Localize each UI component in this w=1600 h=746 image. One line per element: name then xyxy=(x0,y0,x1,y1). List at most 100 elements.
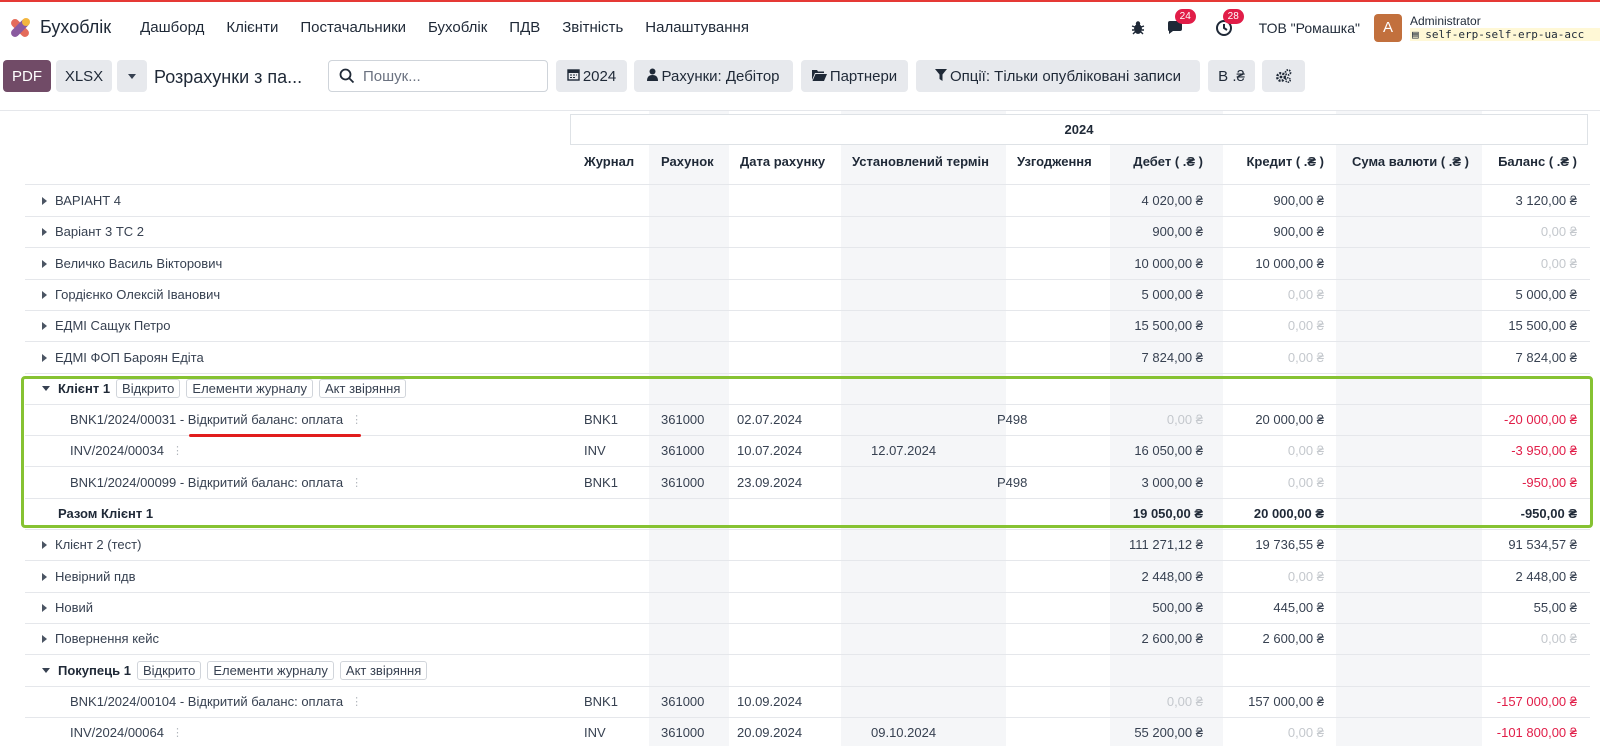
caret-down-icon xyxy=(42,668,50,673)
app-name[interactable]: Бухоблік xyxy=(40,17,111,38)
move-line-row[interactable]: BNK1/2024/00104 - Відкритий баланс: опла… xyxy=(25,686,1590,718)
partner-row[interactable]: Новий 500,00 ₴ 445,00 ₴ 55,00 ₴ xyxy=(25,592,1590,624)
balance-cell: 15 500,00 ₴ xyxy=(1508,318,1577,333)
systray: 24 28 ТОВ "Ромашка" A Administrator ▤ se… xyxy=(1119,2,1600,53)
avatar[interactable]: A xyxy=(1374,13,1402,42)
filter-options-label: Опції: Тільки опубліковані записи xyxy=(949,67,1182,85)
partner-name-cell[interactable]: Клієнт 2 (тест) xyxy=(42,529,141,560)
partner-row[interactable]: Гордієнко Олексій Іванович 5 000,00 ₴ 0,00… xyxy=(25,279,1590,311)
partner-name: ВАРІАНТ 4 xyxy=(55,193,122,208)
partner-name-cell[interactable]: Гордієнко Олексій Іванович xyxy=(42,279,220,310)
balance-cell: 5 000,00 ₴ xyxy=(1515,287,1577,302)
filter-options-button[interactable]: Опції: Тільки опубліковані записи xyxy=(916,60,1200,92)
caret-right-icon xyxy=(42,290,47,299)
partner-name: Гордієнко Олексій Іванович xyxy=(55,287,221,302)
app-logo-icon[interactable] xyxy=(6,14,34,42)
partner-row[interactable]: Невірний пдв 2 448,00 ₴ 0,00 ₴ 2 448,00 ₴ xyxy=(25,561,1590,593)
partner-row[interactable]: Покупець 1 Відкрито Елементи журналу Акт зв… xyxy=(25,655,1590,687)
partner-name-cell[interactable]: ЕДМІ ФОП Бароян Едіта xyxy=(42,342,204,373)
partner-name-cell[interactable]: Варіант 3 ТС 2 xyxy=(42,216,144,247)
move-line-name: BNK1/2024/00104 - Відкритий баланс: опла… xyxy=(70,694,344,709)
debit-cell: 5 000,00 ₴ xyxy=(1141,287,1203,302)
partner-row[interactable]: ВАРІАНТ 4 4 020,00 ₴ 900,00 ₴ 3 120,00 ₴ xyxy=(25,185,1590,217)
highlight-box xyxy=(21,376,1593,528)
gears-icon xyxy=(1275,69,1291,84)
top-navbar: Бухоблік Дашборд Клієнти Постачальники Б… xyxy=(0,0,1600,53)
debit-cell: 10 000,00 ₴ xyxy=(1134,256,1203,271)
partner-name-cell[interactable]: ВАРІАНТ 4 xyxy=(42,185,121,216)
partner-name-cell[interactable]: ЕДМІ Сащук Петро xyxy=(42,310,171,341)
export-dropdown-button[interactable] xyxy=(117,60,147,92)
menu-item-vat[interactable]: ПДВ xyxy=(498,19,551,36)
activities-badge: 28 xyxy=(1222,8,1244,24)
filter-accounts-label: Рахунки: Дебітор xyxy=(661,67,780,85)
partner-row[interactable]: ЕДМІ ФОП Бароян Едіта 7 824,00 ₴ 0,00 ₴ 7 8… xyxy=(25,342,1590,374)
database-name: ▤ self-erp-self-erp-ua-acc xyxy=(1410,28,1600,41)
caret-right-icon xyxy=(42,353,47,362)
filter-date-label: 2024 xyxy=(582,67,617,85)
main-menu: Дашборд Клієнти Постачальники Бухоблік П… xyxy=(129,19,760,36)
partner-row[interactable]: ЕДМІ Сащук Петро 15 500,00 ₴ 0,00 ₴ 15 500,… xyxy=(25,310,1590,342)
menu-item-dashboard[interactable]: Дашборд xyxy=(129,19,215,36)
credit-cell: 2 600,00 ₴ xyxy=(1262,631,1324,646)
caret-right-icon xyxy=(42,634,47,643)
account-cell: 361000 xyxy=(661,725,705,740)
search-icon xyxy=(339,68,355,84)
kebab-menu-icon[interactable]: ⋮ xyxy=(172,726,183,739)
messages-icon[interactable]: 24 xyxy=(1165,8,1196,39)
journal-cell: INV xyxy=(584,725,606,740)
activities-icon[interactable]: 28 xyxy=(1213,8,1244,39)
partner-name: Покупець 1 xyxy=(58,663,131,678)
company-switcher[interactable]: ТОВ "Ромашка" xyxy=(1259,20,1360,36)
partner-name-cell[interactable]: Покупець 1 Відкрито Елементи журналу Акт зв… xyxy=(42,655,428,686)
currency-button[interactable]: В .₴ xyxy=(1208,60,1255,92)
partner-row[interactable]: Клієнт 2 (тест) 111 271,12 ₴ 19 736,55 ₴ 91… xyxy=(25,529,1590,561)
menu-item-reporting[interactable]: Звітність xyxy=(551,19,634,36)
partner-row[interactable]: Повернення кейс 2 600,00 ₴ 2 600,00 ₴ 0,00 … xyxy=(25,623,1590,655)
journal-items-chip[interactable]: Елементи журналу xyxy=(207,661,334,680)
balance-cell: 0,00 ₴ xyxy=(1540,256,1577,271)
menu-item-suppliers[interactable]: Постачальники xyxy=(289,19,417,36)
partner-name-cell[interactable]: Величко Василь Вікторович xyxy=(42,248,222,279)
caret-down-icon xyxy=(128,73,136,79)
partner-name-cell[interactable]: Новий xyxy=(42,592,93,623)
folder-open-icon xyxy=(811,68,827,85)
filter-accounts-button[interactable]: Рахунки: Дебітор xyxy=(634,60,793,92)
search-box[interactable] xyxy=(328,60,548,92)
partner-name: Повернення кейс xyxy=(55,631,160,646)
move-line-row[interactable]: INV/2024/00064 ⋮ INV 361000 20.09.2024 09.10.… xyxy=(25,717,1590,746)
pdf-button[interactable]: PDF xyxy=(3,60,51,92)
credit-cell: 0,00 ₴ xyxy=(1287,287,1324,302)
balance-cell: 7 824,00 ₴ xyxy=(1515,350,1577,365)
filter-date-button[interactable]: 2024 xyxy=(556,60,627,92)
balance-cell: 91 534,57 ₴ xyxy=(1508,537,1577,552)
search-input[interactable] xyxy=(363,67,533,85)
partner-name: ЕДМІ Сащук Петро xyxy=(55,318,171,333)
partner-name-cell[interactable]: Невірний пдв xyxy=(42,561,136,592)
settings-button[interactable] xyxy=(1262,60,1305,92)
user-menu[interactable]: Administrator ▤ self-erp-self-erp-ua-acc xyxy=(1410,14,1600,41)
kebab-menu-icon[interactable]: ⋮ xyxy=(351,695,362,708)
caret-right-icon xyxy=(42,196,47,205)
messages-badge: 24 xyxy=(1174,8,1196,24)
xlsx-button[interactable]: XLSX xyxy=(56,60,112,92)
debit-cell: 4 020,00 ₴ xyxy=(1141,193,1203,208)
caret-right-icon xyxy=(42,603,47,612)
partner-row[interactable]: Варіант 3 ТС 2 900,00 ₴ 900,00 ₴ 0,00 ₴ xyxy=(25,216,1590,248)
bug-icon[interactable] xyxy=(1127,17,1149,39)
partial-row xyxy=(25,173,1590,185)
credit-cell: 445,00 ₴ xyxy=(1273,600,1324,615)
move-line-name-cell[interactable]: BNK1/2024/00104 - Відкритий баланс: опла… xyxy=(70,686,362,717)
partner-name-cell[interactable]: Повернення кейс xyxy=(42,623,159,654)
partner-row[interactable]: Величко Василь Вікторович 10 000,00 ₴ 10 0… xyxy=(25,248,1590,280)
menu-item-settings[interactable]: Налаштування xyxy=(634,19,760,36)
reconciliation-chip[interactable]: Акт звіряння xyxy=(339,661,428,680)
credit-cell: 157 000,00 ₴ xyxy=(1248,694,1324,709)
open-chip[interactable]: Відкрито xyxy=(136,661,202,680)
balance-cell: 0,00 ₴ xyxy=(1540,631,1577,646)
filter-partners-button[interactable]: Партнери xyxy=(801,60,908,92)
partner-name: Величко Василь Вікторович xyxy=(55,256,223,271)
move-line-name-cell[interactable]: INV/2024/00064 ⋮ xyxy=(70,717,183,746)
menu-item-accounting[interactable]: Бухоблік xyxy=(417,19,498,36)
menu-item-clients[interactable]: Клієнти xyxy=(215,19,289,36)
